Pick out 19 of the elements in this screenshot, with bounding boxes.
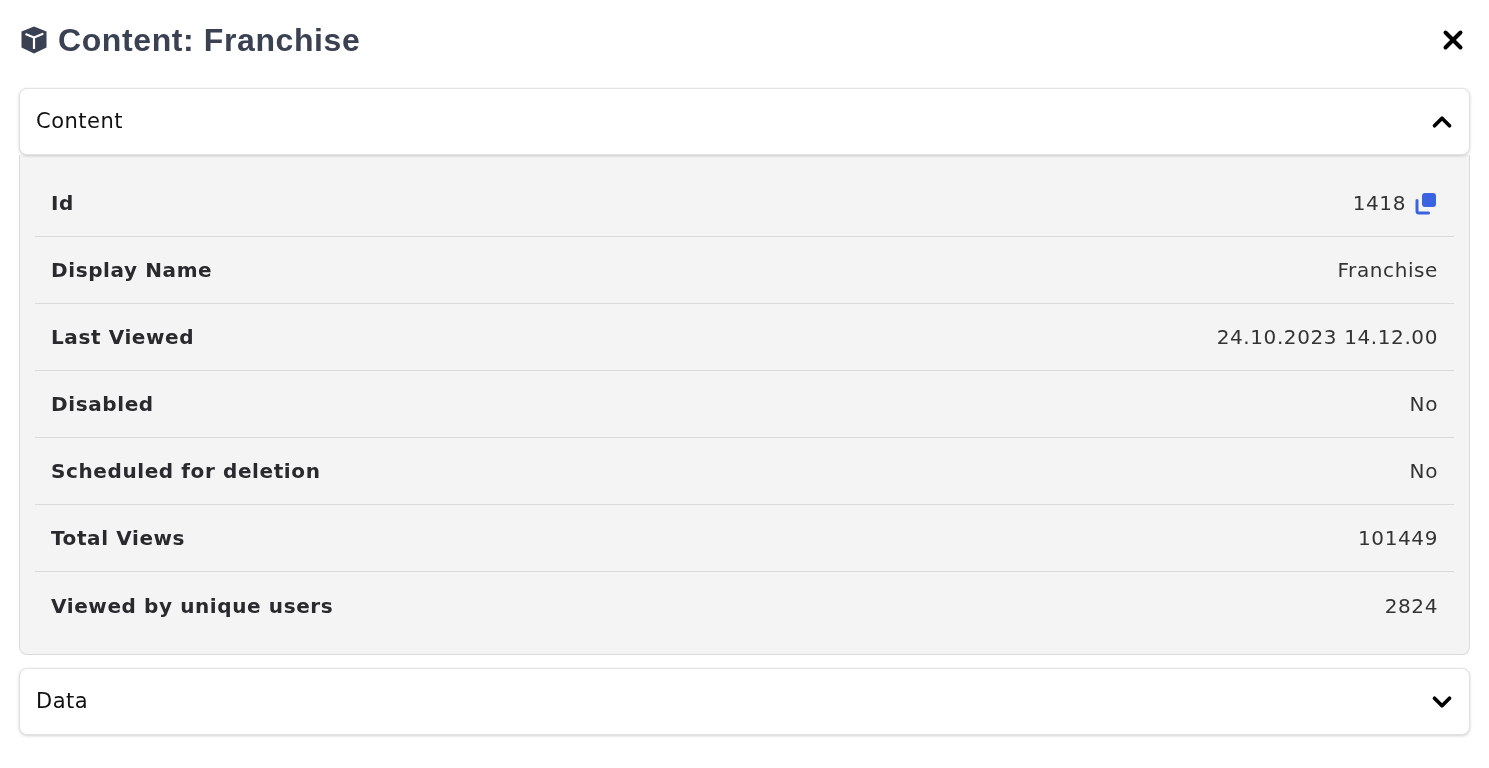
row-label: Viewed by unique users (51, 592, 334, 620)
accordion-header[interactable]: Content (19, 88, 1470, 155)
row-label: Scheduled for deletion (51, 458, 321, 485)
row-value: 2824 (1384, 592, 1438, 620)
row-label: Total Views (51, 525, 186, 552)
row-label: Id (51, 190, 74, 217)
row-value: 24.10.2023 14.12.00 (1216, 324, 1438, 351)
row-value: No (1409, 458, 1438, 485)
row-value: No (1409, 391, 1438, 418)
row-label: Last Viewed (51, 324, 195, 351)
dialog-title: Content: Franchise (58, 24, 361, 56)
row-value: 1418 (1352, 190, 1406, 217)
cube-icon (19, 25, 49, 55)
accordion-header[interactable]: Data (19, 668, 1470, 735)
row-value: 101449 (1358, 525, 1438, 552)
copy-icon[interactable] (1414, 191, 1438, 215)
row-label: Display Name (51, 257, 213, 284)
row-label: Disabled (51, 391, 154, 418)
row-value: Franchise (1337, 257, 1438, 284)
